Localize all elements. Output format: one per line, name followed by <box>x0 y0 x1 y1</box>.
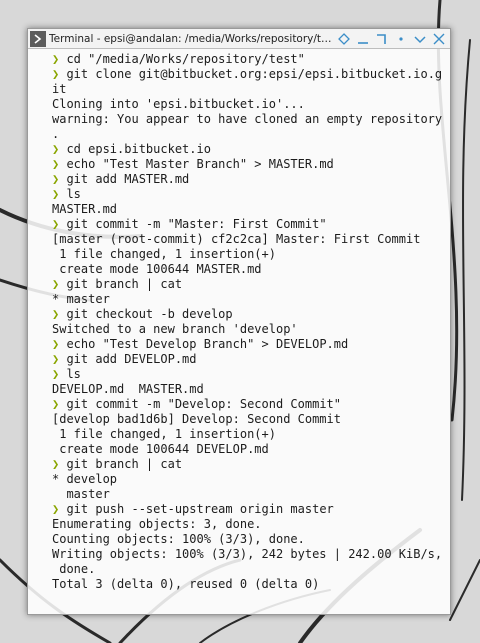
line-text: git checkout -b develop <box>59 307 233 321</box>
line-text: Enumerating objects: 3, done. <box>52 517 262 531</box>
line-text: Total 3 (delta 0), reused 0 (delta 0) <box>52 577 320 591</box>
dot-icon[interactable] <box>391 29 410 48</box>
command-line: ❯ git branch | cat <box>52 277 450 292</box>
line-text: master <box>52 487 110 501</box>
command-line: ❯ git add MASTER.md <box>52 172 450 187</box>
line-text: cd "/media/Works/repository/test" <box>59 52 305 66</box>
output-line: Cloning into 'epsi.bitbucket.io'... <box>52 97 450 112</box>
window-title: Terminal - epsi@andalan: /media/Works/re… <box>49 32 335 45</box>
maximize-icon[interactable] <box>372 29 391 48</box>
line-text: git add MASTER.md <box>59 172 190 186</box>
line-text: git commit -m "Master: First Commit" <box>59 217 327 231</box>
output-line: Switched to a new branch 'develop' <box>52 322 450 337</box>
command-line: ❯ git commit -m "Develop: Second Commit" <box>52 397 450 412</box>
output-line: * develop <box>52 472 450 487</box>
command-line: ❯ ls <box>52 187 450 202</box>
line-text: git commit -m "Develop: Second Commit" <box>59 397 341 411</box>
chevron-down-icon[interactable] <box>410 29 429 48</box>
line-text: ls <box>59 187 81 201</box>
line-text: git branch | cat <box>59 277 183 291</box>
line-text: [master (root-commit) cf2c2ca] Master: F… <box>52 232 421 246</box>
line-text: [develop bad1d6b] Develop: Second Commit <box>52 412 341 426</box>
command-line: ❯ echo "Test Develop Branch" > DEVELOP.m… <box>52 337 450 352</box>
terminal-icon <box>30 30 46 47</box>
line-text: * develop <box>52 472 118 486</box>
line-text: DEVELOP.md MASTER.md <box>52 382 204 396</box>
line-text: git branch | cat <box>59 457 183 471</box>
window-controls <box>334 29 448 48</box>
output-line: * master <box>52 292 450 307</box>
line-text: it <box>52 82 67 96</box>
command-line: ❯ git commit -m "Master: First Commit" <box>52 217 450 232</box>
diamond-icon[interactable] <box>334 29 353 48</box>
line-text: Switched to a new branch 'develop' <box>52 322 298 336</box>
output-line: 1 file changed, 1 insertion(+) <box>52 247 450 262</box>
output-line: [master (root-commit) cf2c2ca] Master: F… <box>52 232 450 247</box>
line-text: done. <box>52 562 96 576</box>
output-line: Writing objects: 100% (3/3), 242 bytes |… <box>52 547 450 562</box>
output-line: MASTER.md <box>52 202 450 217</box>
line-text: create mode 100644 DEVELOP.md <box>52 442 269 456</box>
line-text: * master <box>52 292 110 306</box>
line-text: 1 file changed, 1 insertion(+) <box>52 247 276 261</box>
command-line: ❯ echo "Test Master Branch" > MASTER.md <box>52 157 450 172</box>
output-line: DEVELOP.md MASTER.md <box>52 382 450 397</box>
line-text: echo "Test Master Branch" > MASTER.md <box>59 157 334 171</box>
output-line: Counting objects: 100% (3/3), done. <box>52 532 450 547</box>
terminal-window: Terminal - epsi@andalan: /media/Works/re… <box>27 28 451 615</box>
command-line: ❯ git clone git@bitbucket.org:epsi/epsi.… <box>52 67 450 82</box>
line-text: Counting objects: 100% (3/3), done. <box>52 532 305 546</box>
line-text: ls <box>59 367 81 381</box>
command-line: ❯ cd epsi.bitbucket.io <box>52 142 450 157</box>
output-line: [develop bad1d6b] Develop: Second Commit <box>52 412 450 427</box>
close-icon[interactable] <box>429 29 448 48</box>
minimize-icon[interactable] <box>353 29 372 48</box>
line-text: MASTER.md <box>52 202 118 216</box>
output-line: Enumerating objects: 3, done. <box>52 517 450 532</box>
line-text: create mode 100644 MASTER.md <box>52 262 262 276</box>
output-line: done. <box>52 562 450 577</box>
output-line: create mode 100644 DEVELOP.md <box>52 442 450 457</box>
command-line: ❯ git checkout -b develop <box>52 307 450 322</box>
line-text: git push --set-upstream origin master <box>59 502 334 516</box>
title-bar[interactable]: Terminal - epsi@andalan: /media/Works/re… <box>28 29 450 49</box>
output-line: 1 file changed, 1 insertion(+) <box>52 427 450 442</box>
line-text: git clone git@bitbucket.org:epsi/epsi.bi… <box>59 67 443 81</box>
command-line: ❯ git add DEVELOP.md <box>52 352 450 367</box>
line-text: git add DEVELOP.md <box>59 352 197 366</box>
output-line: create mode 100644 MASTER.md <box>52 262 450 277</box>
output-line: . <box>52 127 450 142</box>
line-text: echo "Test Develop Branch" > DEVELOP.md <box>59 337 349 351</box>
output-line: master <box>52 487 450 502</box>
terminal-output[interactable]: ❯ cd "/media/Works/repository/test" ❯ git… <box>28 49 450 592</box>
line-text: warning: You appear to have cloned an em… <box>52 112 443 126</box>
line-text: cd epsi.bitbucket.io <box>59 142 211 156</box>
command-line: ❯ git branch | cat <box>52 457 450 472</box>
line-text: . <box>52 127 60 141</box>
command-line: ❯ git push --set-upstream origin master <box>52 502 450 517</box>
output-line: warning: You appear to have cloned an em… <box>52 112 450 127</box>
line-text: Cloning into 'epsi.bitbucket.io'... <box>52 97 305 111</box>
line-text: 1 file changed, 1 insertion(+) <box>52 427 276 441</box>
output-line: Total 3 (delta 0), reused 0 (delta 0) <box>52 577 450 592</box>
output-line: it <box>52 82 450 97</box>
command-line: ❯ cd "/media/Works/repository/test" <box>52 52 450 67</box>
command-line: ❯ ls <box>52 367 450 382</box>
line-text: Writing objects: 100% (3/3), 242 bytes |… <box>52 547 443 561</box>
